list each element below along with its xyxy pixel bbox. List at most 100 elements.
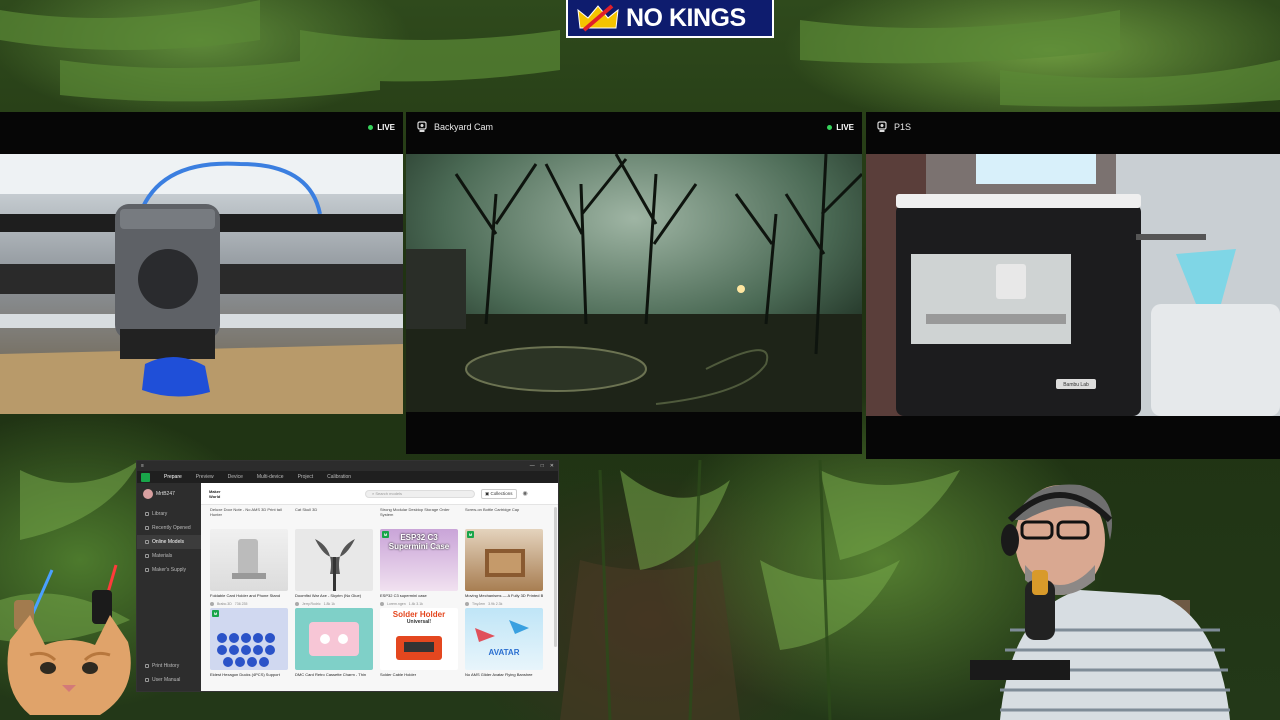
model-card[interactable]: M ESP32 C3 Supermini Case ESP32 C3 super… — [380, 529, 458, 608]
sidebar-item-user-manual[interactable]: User Manual — [137, 673, 201, 687]
camera-icon — [417, 121, 427, 132]
app-menu-icon[interactable]: ≡ — [141, 463, 144, 469]
model-name: No AMS Glider Avatar Flying Banshee — [465, 672, 533, 677]
model-grid: Deluxe Door Note - No AMS 3D Print tail … — [201, 505, 558, 681]
model-card[interactable]: Foldable Card Holder and Phone Stand Bra… — [210, 529, 288, 608]
list-item[interactable]: Deluxe Door Note - No AMS 3D Print tail … — [210, 507, 288, 529]
thumbnail-text: AVATAR — [488, 648, 520, 657]
author-avatar — [295, 602, 299, 606]
sidebar-item-makers-supply[interactable]: Maker's Supply — [137, 563, 201, 577]
sidebar-item-recent[interactable]: Recently Opened — [137, 521, 201, 535]
model-author: Jerry.Rodric — [302, 602, 321, 606]
top-tabs: Prepare Preview Device Multi-device Proj… — [137, 471, 558, 483]
makerworld-badge-icon: M — [212, 610, 219, 617]
model-card[interactable]: M Moving Mechanisms — A Fully 3D Printed… — [465, 529, 543, 608]
printer-label: Bambu Lab — [1063, 382, 1089, 388]
tab-preview[interactable]: Preview — [196, 474, 214, 480]
sidebar: MrtB247 Library Recently Opened Online M… — [137, 483, 201, 691]
library-icon — [145, 512, 149, 516]
tab-prepare[interactable]: Prepare — [164, 474, 182, 480]
model-stats: 1.8k 1k — [323, 602, 335, 606]
list-item[interactable]: Cat Skull 3D — [295, 507, 373, 529]
model-name: DMC Card Retro Cassette Charm - Thin — [295, 672, 367, 677]
spool-icon — [145, 554, 149, 558]
model-name: ESP32 C3 supermini case — [380, 593, 427, 598]
globe-icon — [145, 540, 149, 544]
sidebar-item-label: Materials — [152, 553, 173, 559]
user-name: MrtB247 — [156, 491, 175, 497]
book-icon — [145, 678, 149, 682]
live-indicator: LIVE — [368, 112, 395, 142]
backyard-cam-panel: Backyard Cam LIVE — [406, 112, 862, 454]
model-author: TinyJem — [472, 602, 486, 606]
tab-device[interactable]: Device — [228, 474, 243, 480]
model-stats: 736 235 — [234, 602, 248, 606]
backyard-cam-feed — [406, 154, 862, 412]
collections-label: Collections — [490, 490, 513, 496]
no-kings-logo: NO KINGS — [566, 0, 774, 38]
makerworld-logo[interactable]: Maker World — [209, 489, 229, 499]
camera-icon — [877, 121, 887, 132]
search-input[interactable]: ⌕ Search models — [365, 489, 475, 498]
model-name: Moving Mechanisms — A Fully 3D Printed B… — [465, 593, 543, 598]
makerworld-header: Maker World ⌕ Search models ▣ Collection… — [201, 483, 558, 505]
author-avatar — [380, 602, 384, 606]
streamer-webcam — [970, 470, 1280, 720]
sidebar-item-materials[interactable]: Materials — [137, 549, 201, 563]
history-icon — [145, 664, 149, 668]
model-card[interactable]: Solder Holder Universal! Solder Cable Ho… — [380, 608, 458, 679]
model-thumbnail: M ESP32 C3 Supermini Case — [380, 529, 458, 591]
model-thumbnail: AVATAR — [465, 608, 543, 670]
live-indicator: LIVE — [827, 112, 854, 142]
model-card[interactable]: AVATAR No AMS Glider Avatar Flying Bansh… — [465, 608, 543, 679]
sidebar-item-label: Recently Opened — [152, 525, 191, 531]
sidebar-item-label: Maker's Supply — [152, 567, 187, 573]
cam-title-bar: P1S — [866, 112, 1280, 142]
model-thumbnail: Solder Holder Universal! — [380, 608, 458, 670]
sidebar-item-label: Library — [152, 511, 168, 517]
model-thumbnail — [210, 529, 288, 591]
avatar — [143, 489, 153, 499]
box-icon — [145, 568, 149, 572]
minimize-icon[interactable]: — — [530, 463, 535, 469]
tab-project[interactable]: Project — [298, 474, 314, 480]
model-stats: 3.9k 2.3k — [488, 602, 503, 606]
printer-cam-feed — [0, 154, 403, 414]
crown-icon — [577, 4, 619, 32]
sidebar-item-label: Print History — [152, 663, 180, 669]
sidebar-item-print-history[interactable]: Print History — [137, 659, 201, 673]
cam-title-bar: Backyard Cam — [406, 112, 862, 142]
model-author: Lorem.ngen — [387, 602, 406, 606]
makerworld-content: Maker World ⌕ Search models ▣ Collection… — [201, 483, 558, 691]
bambu-logo-icon — [141, 472, 150, 482]
model-author: Brabo.3D — [217, 602, 232, 606]
clock-icon — [145, 526, 149, 530]
thumbnail-text: Solder Holder — [392, 610, 446, 619]
list-item[interactable]: Screw-on Bottle Cartridge Cap — [465, 507, 543, 529]
sidebar-item-online-models[interactable]: Online Models — [137, 535, 201, 549]
model-name: Doomfist War Axe - Skyrim (No Glue) — [295, 593, 362, 598]
tab-calibration[interactable]: Calibration — [327, 474, 351, 480]
live-dot-icon — [827, 124, 833, 130]
profile-icon[interactable]: ◉ — [523, 490, 528, 497]
model-name: Foldable Card Holder and Phone Stand — [210, 593, 281, 598]
model-card[interactable]: M Eldest Hexagon Ducks (4PCS) Support — [210, 608, 288, 679]
maximize-icon[interactable]: □ — [541, 463, 544, 469]
sidebar-item-library[interactable]: Library — [137, 507, 201, 521]
user-menu[interactable]: MrtB247 — [137, 487, 201, 507]
sidebar-item-label: Online Models — [152, 539, 184, 545]
close-icon[interactable]: ✕ — [550, 463, 554, 469]
model-thumbnail — [295, 608, 373, 670]
cam-title: P1S — [894, 122, 912, 132]
tab-multi-device[interactable]: Multi-device — [257, 474, 284, 480]
logo-text: NO KINGS — [626, 3, 746, 32]
scrollbar[interactable] — [554, 507, 557, 647]
p1s-cam-feed: Bambu Lab — [866, 154, 1280, 416]
window-title-bar: ≡ — □ ✕ — [137, 461, 558, 471]
list-item[interactable]: Strong Modular Desktop Storage Order Sys… — [380, 507, 458, 529]
search-placeholder: Search models — [375, 491, 403, 496]
sidebar-item-label: User Manual — [152, 677, 181, 683]
model-card[interactable]: DMC Card Retro Cassette Charm - Thin — [295, 608, 373, 679]
model-card[interactable]: Doomfist War Axe - Skyrim (No Glue) Jerr… — [295, 529, 373, 608]
collections-button[interactable]: ▣ Collections — [481, 488, 517, 499]
